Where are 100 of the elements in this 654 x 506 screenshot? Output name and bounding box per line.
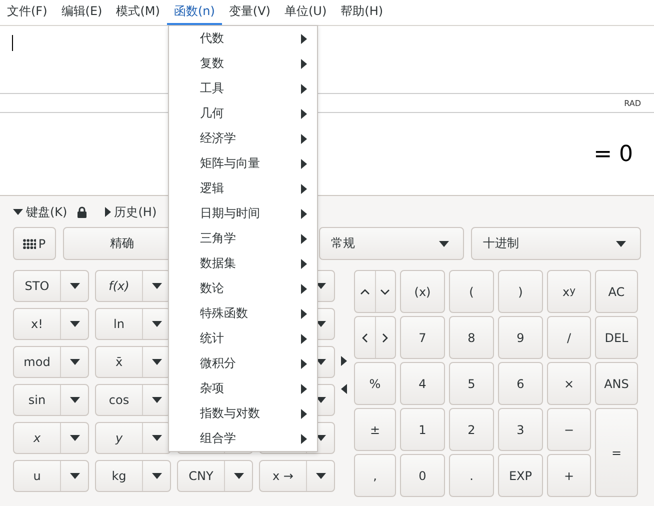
caret-icon [70, 359, 80, 365]
menu-item[interactable]: 变量(V) [222, 0, 278, 25]
caret-icon [316, 359, 326, 365]
key-button[interactable]: 5 [449, 362, 494, 405]
key-button[interactable]: 2 [449, 408, 494, 451]
key-button[interactable]: ± [354, 408, 396, 451]
menu-item[interactable]: 逻辑 [169, 176, 317, 201]
function-key[interactable]: x! [13, 308, 89, 340]
function-key[interactable]: ln [95, 308, 171, 340]
key-button[interactable]: 1 [400, 408, 445, 451]
key-button[interactable]: = [595, 408, 638, 497]
caret-icon [152, 283, 162, 289]
menu-item[interactable]: 文件(F) [0, 0, 54, 25]
menu-item[interactable]: 复数 [169, 51, 317, 76]
menu-item[interactable]: 日期与时间 [169, 201, 317, 226]
function-key[interactable]: x → [259, 460, 335, 492]
key-button[interactable]: 4 [400, 362, 445, 405]
collapsed-arrow-icon [105, 207, 112, 217]
menu-item[interactable]: 数论 [169, 276, 317, 301]
key-button[interactable]: + [547, 454, 591, 497]
menu-item[interactable]: 特殊函数 [169, 301, 317, 326]
function-key[interactable]: x [13, 422, 89, 454]
caret-icon [316, 283, 326, 289]
key-button[interactable]: ANS [595, 362, 638, 405]
key-button[interactable]: AC [595, 270, 638, 313]
expanded-arrow-icon [13, 209, 23, 215]
lock-icon[interactable] [77, 206, 88, 218]
menu-item[interactable]: 杂项 [169, 376, 317, 401]
menu-item[interactable]: 几何 [169, 101, 317, 126]
key-button[interactable]: 7 [400, 316, 445, 359]
caret-icon [70, 473, 80, 479]
key-button[interactable]: 6 [498, 362, 543, 405]
dropdown[interactable]: 常规 [319, 227, 464, 260]
down-chevron-icon[interactable] [380, 288, 390, 294]
caret-icon [316, 397, 326, 403]
function-key[interactable]: x̄ [95, 346, 171, 378]
function-key[interactable]: sin [13, 384, 89, 416]
key-button[interactable]: . [449, 454, 494, 497]
key-button[interactable]: × [547, 362, 591, 405]
caret-icon [234, 473, 244, 479]
caret-icon [152, 359, 162, 365]
result-text: = 0 [594, 142, 633, 166]
menu-item[interactable]: 模式(M) [109, 0, 167, 25]
menu-item[interactable]: 统计 [169, 326, 317, 351]
key-button[interactable]: ∕ [547, 316, 591, 359]
caret-icon [70, 283, 80, 289]
function-key[interactable]: f(x) [95, 270, 171, 302]
key-button[interactable]: 0 [400, 454, 445, 497]
dropdown-arrow-icon [616, 240, 626, 246]
caret-icon [316, 321, 326, 327]
key-button[interactable]: 8 [449, 316, 494, 359]
caret-icon [70, 435, 80, 441]
menu-item[interactable]: 帮助(H) [334, 0, 390, 25]
caret-icon [316, 435, 326, 441]
key-button[interactable]: (x) [400, 270, 445, 313]
left-chevron-icon[interactable] [362, 332, 368, 342]
key-button[interactable]: EXP [498, 454, 543, 497]
menu-item[interactable]: 矩阵与向量 [169, 151, 317, 176]
function-key[interactable]: CNY [177, 460, 253, 492]
left-arrow-icon[interactable] [341, 384, 347, 394]
menu-item[interactable]: 经济学 [169, 126, 317, 151]
key-button[interactable]: DEL [595, 316, 638, 359]
up-chevron-icon[interactable] [360, 288, 370, 294]
dropdown[interactable]: 十进制 [471, 227, 641, 260]
key-button[interactable]: ) [498, 270, 543, 313]
key-button[interactable]: , [354, 454, 396, 497]
text-cursor [12, 35, 13, 51]
key-button[interactable]: 9 [498, 316, 543, 359]
caret-icon [152, 473, 162, 479]
menu-item[interactable]: 工具 [169, 76, 317, 101]
menu-item[interactable]: 微积分 [169, 351, 317, 376]
right-chevron-icon[interactable] [382, 332, 388, 342]
panel-toggle[interactable]: 键盘(K) [13, 204, 68, 220]
key-button[interactable]: − [547, 408, 591, 451]
keypad-mode-button[interactable]: P [13, 227, 56, 260]
caret-icon [152, 435, 162, 441]
key-button[interactable]: ( [449, 270, 494, 313]
angle-unit-label: RAD [624, 98, 641, 108]
function-key[interactable]: STO [13, 270, 89, 302]
keypad-icon [23, 238, 36, 248]
function-key[interactable]: u [13, 460, 89, 492]
caret-icon [152, 321, 162, 327]
menu-item[interactable]: 组合学 [169, 426, 317, 451]
function-key[interactable]: kg [95, 460, 171, 492]
function-key[interactable]: y [95, 422, 171, 454]
menu-item[interactable]: 指数与对数 [169, 401, 317, 426]
menu-item[interactable]: 代数 [169, 26, 317, 51]
function-key[interactable]: mod [13, 346, 89, 378]
key-button[interactable]: 3 [498, 408, 543, 451]
menu-item[interactable]: 单位(U) [277, 0, 334, 25]
key-button[interactable]: % [354, 362, 396, 405]
caret-icon [316, 473, 326, 479]
right-arrow-icon[interactable] [341, 356, 347, 366]
menu-item[interactable]: 编辑(E) [54, 0, 110, 25]
function-key[interactable]: cos [95, 384, 171, 416]
caret-icon [70, 321, 80, 327]
panel-toggle[interactable]: 历史(H) [105, 204, 157, 220]
dropdown-arrow-icon [439, 240, 449, 246]
caret-icon [70, 397, 80, 403]
caret-icon [152, 397, 162, 403]
